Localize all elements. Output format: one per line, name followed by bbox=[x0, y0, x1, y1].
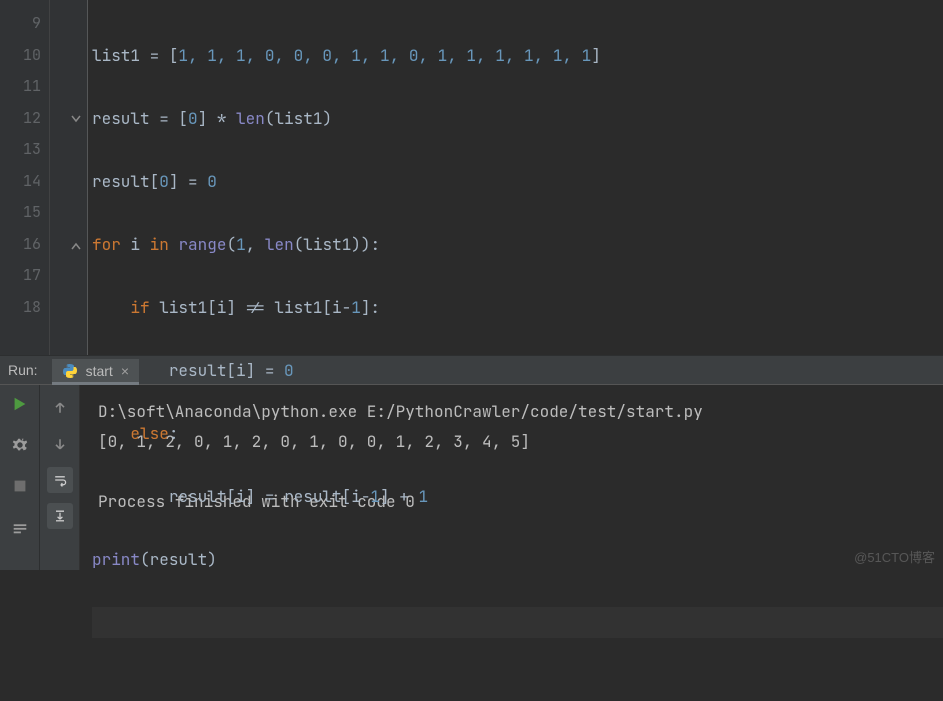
code-line: print(result) bbox=[92, 544, 943, 576]
code-line: if list1[i] != list1[i-1]: bbox=[92, 292, 943, 324]
code-line: result[i] = result[i-1] + 1 bbox=[92, 481, 943, 513]
scroll-to-end-icon[interactable] bbox=[47, 503, 73, 529]
run-label: Run: bbox=[0, 362, 52, 378]
fold-toggle-icon[interactable] bbox=[70, 113, 82, 125]
line-number[interactable]: 10 bbox=[0, 40, 41, 72]
soft-wrap-icon[interactable] bbox=[47, 467, 73, 493]
code-area[interactable]: list1 = [1, 1, 1, 0, 0, 0, 1, 1, 0, 1, 1… bbox=[88, 0, 943, 355]
line-number-gutter[interactable]: 9101112131415161718 bbox=[0, 0, 50, 355]
down-icon[interactable] bbox=[47, 431, 73, 457]
stop-icon[interactable] bbox=[11, 477, 29, 500]
line-number[interactable]: 11 bbox=[0, 71, 41, 103]
line-number[interactable]: 12 bbox=[0, 103, 41, 135]
layout-icon[interactable] bbox=[11, 518, 29, 541]
run-toolbar-secondary bbox=[40, 385, 80, 570]
code-line: else: bbox=[92, 418, 943, 450]
code-line-current bbox=[92, 607, 943, 639]
line-number[interactable]: 9 bbox=[0, 8, 41, 40]
line-number[interactable]: 15 bbox=[0, 197, 41, 229]
code-line: for i in range(1, len(list1)): bbox=[92, 229, 943, 261]
up-icon[interactable] bbox=[47, 395, 73, 421]
line-number[interactable]: 13 bbox=[0, 134, 41, 166]
fold-gutter[interactable] bbox=[50, 0, 88, 355]
code-line: result = [0] * len(list1) bbox=[92, 103, 943, 135]
rerun-icon[interactable] bbox=[11, 395, 29, 418]
fold-end-icon bbox=[70, 240, 82, 252]
run-toolbar-left bbox=[0, 385, 40, 570]
watermark-text: @51CTO博客 bbox=[854, 547, 935, 566]
settings-icon[interactable] bbox=[11, 436, 29, 459]
code-line: result[i] = 0 bbox=[92, 355, 943, 387]
line-number[interactable]: 18 bbox=[0, 292, 41, 324]
code-line: list1 = [1, 1, 1, 0, 0, 0, 1, 1, 0, 1, 1… bbox=[92, 40, 943, 72]
line-number[interactable]: 14 bbox=[0, 166, 41, 198]
code-text: 1, 1, 1, 0, 0, 0, 1, 1, 0, 1, 1, 1, 1, 1… bbox=[178, 45, 591, 66]
editor-pane: 9101112131415161718 list1 = [1, 1, 1, 0,… bbox=[0, 0, 943, 355]
python-icon bbox=[62, 363, 78, 379]
code-line: result[0] = 0 bbox=[92, 166, 943, 198]
line-number[interactable]: 17 bbox=[0, 260, 41, 292]
line-number[interactable]: 16 bbox=[0, 229, 41, 261]
